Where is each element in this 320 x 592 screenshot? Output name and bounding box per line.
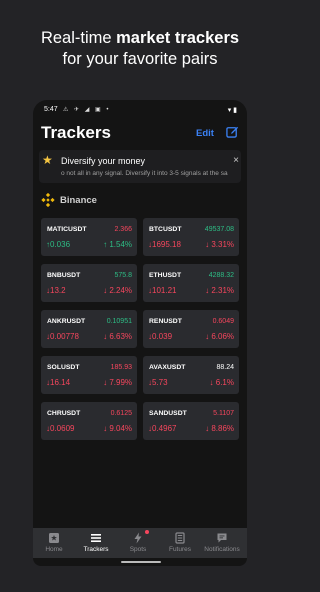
tracker-percent: ↓ 3.31% (205, 240, 234, 249)
page-header: Trackers Edit (33, 120, 247, 148)
tab-home[interactable]: Home (33, 528, 75, 558)
status-wifi-battery-icon: ▾ ▮ (227, 107, 237, 114)
tracker-card[interactable]: BTCUSDT 49537.08 ↓1695.18 ↓ 3.31% (143, 218, 239, 256)
tracker-card[interactable]: ETHUSDT 4288.32 ↓101.21 ↓ 2.31% (143, 264, 239, 302)
tracker-change: ↓0.0609 (46, 424, 75, 433)
tip-banner: ★ Diversify your money o not all in any … (39, 150, 241, 183)
tracker-change: ↑0.036 (46, 240, 71, 249)
phone-screen: 5:47 ⚠ ✈ ◢ ▣ • ▾ ▮ Trackers Edit ★ Diver… (33, 100, 247, 566)
star-icon: ★ (42, 153, 53, 167)
trackers-icon (91, 534, 101, 542)
tracker-percent: ↓ 2.31% (205, 286, 234, 295)
home-icon (49, 533, 59, 543)
tab-label: Spots (129, 546, 147, 553)
tracker-change: ↓0.4967 (148, 424, 177, 433)
tab-label: Futures (168, 546, 192, 553)
tracker-symbol: SOLUSDT (47, 364, 80, 371)
tab-notifications[interactable]: Notifications (201, 528, 243, 558)
notifications-icon (217, 533, 227, 543)
promo-headline: Real-time market trackers for your favor… (0, 28, 280, 70)
tracker-card[interactable]: CHRUSDT 0.6125 ↓0.0609 ↓ 9.04% (41, 402, 137, 440)
tracker-percent: ↓ 2.24% (103, 286, 132, 295)
tracker-price: 2.366 (114, 226, 132, 233)
tip-title: Diversify your money (61, 156, 146, 166)
tracker-symbol: BNBUSDT (47, 272, 81, 279)
tab-label: Home (45, 546, 63, 553)
promo-line-1: Real-time market trackers (0, 28, 280, 49)
home-indicator (121, 561, 161, 563)
tracker-percent: ↓ 6.1% (209, 378, 234, 387)
tab-spots[interactable]: Spots (117, 528, 159, 558)
tracker-price: 0.6125 (110, 410, 132, 417)
tracker-card[interactable]: ANKRUSDT 0.10951 ↓0.00778 ↓ 6.63% (41, 310, 137, 348)
tracker-price: 49537.08 (204, 226, 234, 233)
spots-icon (134, 532, 142, 544)
notification-dot (145, 530, 149, 534)
status-time: 5:47 (44, 106, 58, 113)
tracker-price: 4288.32 (208, 272, 234, 279)
promo-line-1-prefix: Real-time (40, 29, 117, 47)
tracker-symbol: AVAXUSDT (149, 364, 186, 371)
tracker-card[interactable]: SANDUSDT 5.1107 ↓0.4967 ↓ 8.86% (143, 402, 239, 440)
edit-square-icon[interactable] (226, 125, 239, 138)
tab-futures[interactable]: Futures (159, 528, 201, 558)
tracker-symbol: RENUSDT (149, 318, 182, 325)
tracker-percent: ↓ 6.06% (205, 332, 234, 341)
tracker-price: 0.10951 (106, 318, 132, 325)
status-notification-icons: ⚠ ✈ ◢ ▣ • (63, 107, 111, 113)
tracker-price: 0.6049 (212, 318, 234, 325)
tracker-change: ↓101.21 (148, 286, 177, 295)
tracker-percent: ↓ 8.86% (205, 424, 234, 433)
tracker-change: ↓1695.18 (148, 240, 181, 249)
tracker-price: 5.1107 (213, 410, 234, 417)
tracker-symbol: SANDUSDT (149, 410, 187, 417)
tracker-symbol: ETHUSDT (149, 272, 182, 279)
tab-trackers[interactable]: Trackers (75, 528, 117, 558)
tracker-price: 88.24 (216, 364, 234, 371)
tracker-change: ↓13.2 (46, 286, 66, 295)
tracker-card[interactable]: MATICUSDT 2.366 ↑0.036 ↑ 1.54% (41, 218, 137, 256)
close-icon[interactable]: × (233, 155, 239, 166)
tracker-symbol: BTCUSDT (149, 226, 182, 233)
status-bar: 5:47 ⚠ ✈ ◢ ▣ • ▾ ▮ (33, 104, 247, 118)
tracker-symbol: MATICUSDT (47, 226, 87, 233)
tracker-price: 185.93 (110, 364, 132, 371)
tracker-price: 575.8 (114, 272, 132, 279)
tracker-card[interactable]: SOLUSDT 185.93 ↓16.14 ↓ 7.99% (41, 356, 137, 394)
tracker-percent: ↓ 6.63% (103, 332, 132, 341)
futures-icon (175, 532, 185, 544)
edit-button[interactable]: Edit (196, 128, 214, 139)
tracker-change: ↓5.73 (148, 378, 168, 387)
tracker-change: ↓16.14 (46, 378, 71, 387)
page-title: Trackers (41, 123, 111, 142)
tracker-card[interactable]: RENUSDT 0.6049 ↓0.039 ↓ 6.06% (143, 310, 239, 348)
tip-text: o not all in any signal. Diversify it in… (61, 170, 228, 177)
bottom-tab-bar: Home Trackers Spots Futures Notification… (33, 528, 247, 558)
promo-line-1-bold: market trackers (116, 29, 240, 47)
tracker-symbol: ANKRUSDT (47, 318, 86, 325)
tracker-percent: ↑ 1.54% (103, 240, 132, 249)
promo-line-2: for your favorite pairs (62, 50, 218, 68)
tracker-card[interactable]: AVAXUSDT 88.24 ↓5.73 ↓ 6.1% (143, 356, 239, 394)
tracker-change: ↓0.039 (148, 332, 173, 341)
tracker-percent: ↓ 7.99% (103, 378, 132, 387)
tracker-change: ↓0.00778 (46, 332, 79, 341)
tab-label: Notifications (204, 546, 240, 553)
binance-logo-icon (41, 193, 55, 207)
tracker-symbol: CHRUSDT (47, 410, 81, 417)
tracker-percent: ↓ 9.04% (103, 424, 132, 433)
exchange-name: Binance (60, 195, 97, 206)
tab-label: Trackers (83, 546, 109, 553)
tracker-card[interactable]: BNBUSDT 575.8 ↓13.2 ↓ 2.24% (41, 264, 137, 302)
